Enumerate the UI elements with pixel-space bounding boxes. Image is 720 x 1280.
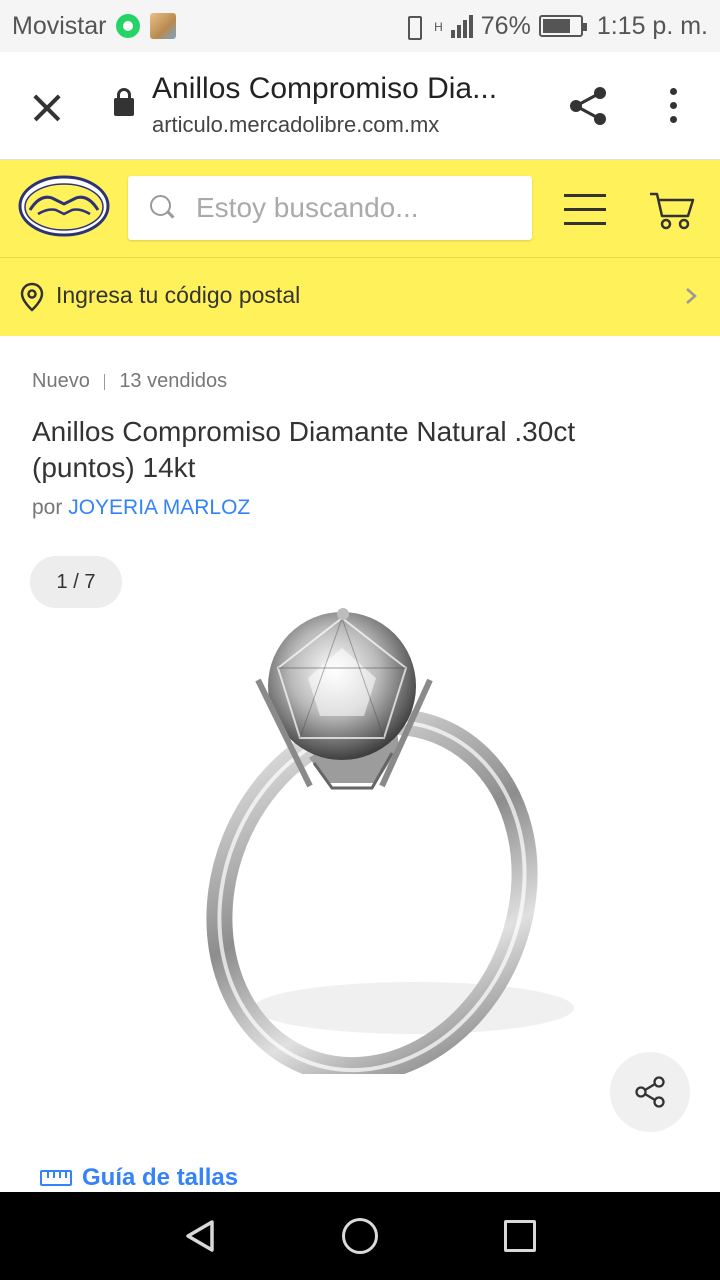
whatsapp-icon — [116, 14, 141, 38]
mercadolibre-logo[interactable] — [18, 174, 110, 238]
signal-icon — [450, 14, 473, 38]
home-icon[interactable] — [342, 1218, 378, 1254]
product-image[interactable] — [114, 608, 600, 1074]
product-content: Nuevo 13 vendidos Anillos Compromiso Dia… — [0, 336, 720, 1192]
image-counter: 1 / 7 — [30, 556, 122, 608]
recent-apps-icon[interactable] — [504, 1220, 536, 1252]
condition-label: Nuevo — [32, 370, 90, 392]
share-product-button[interactable] — [610, 1052, 690, 1132]
postal-code-label: Ingresa tu código postal — [56, 282, 301, 308]
status-left: Movistar — [12, 11, 177, 41]
page-title: Anillos Compromiso Dia... — [152, 72, 498, 105]
lock-icon — [114, 88, 134, 116]
clock: 1:15 p. m. — [596, 11, 708, 40]
seller-line: por JOYERIA MARLOZ — [32, 496, 250, 520]
location-pin-icon — [20, 282, 44, 312]
status-bar: Movistar H 76% 1:15 p. m. — [0, 0, 720, 52]
meta-divider — [103, 373, 106, 390]
close-icon[interactable] — [28, 88, 68, 128]
android-nav-bar — [0, 1192, 720, 1280]
vibrate-icon — [400, 15, 426, 40]
share-icon — [635, 1076, 665, 1108]
seller-prefix: por — [32, 496, 63, 519]
hamburger-icon[interactable] — [564, 192, 606, 226]
size-guide-label: Guía de tallas — [82, 1164, 239, 1191]
battery-icon — [538, 15, 587, 37]
chevron-right-icon — [686, 288, 697, 304]
photo-notification-icon — [150, 13, 177, 39]
page-url[interactable]: articulo.mercadolibre.com.mx — [152, 112, 439, 138]
size-guide-link[interactable]: Guía de tallas — [40, 1164, 238, 1192]
ruler-icon — [40, 1170, 72, 1186]
product-meta: Nuevo 13 vendidos — [32, 370, 227, 393]
carrier-name: Movistar — [12, 11, 107, 40]
cart-icon[interactable] — [648, 190, 696, 232]
network-type: H — [434, 19, 443, 34]
status-right: H 76% 1:15 p. m. — [400, 12, 708, 41]
ml-header: Estoy buscando... — [0, 160, 720, 258]
search-icon — [148, 193, 178, 223]
battery-percent: 76% — [480, 11, 531, 40]
product-title: Anillos Compromiso Diamante Natural .30c… — [32, 416, 576, 483]
sold-count: 13 vendidos — [119, 370, 228, 392]
browser-toolbar: Anillos Compromiso Dia... articulo.merca… — [0, 52, 720, 160]
search-input[interactable]: Estoy buscando... — [128, 176, 532, 240]
back-icon[interactable] — [182, 1218, 218, 1254]
postal-code-bar[interactable]: Ingresa tu código postal — [0, 258, 720, 336]
seller-link[interactable]: JOYERIA MARLOZ — [68, 496, 250, 519]
search-placeholder: Estoy buscando... — [196, 192, 419, 223]
more-vert-icon[interactable] — [664, 86, 684, 126]
share-icon[interactable] — [566, 84, 610, 128]
